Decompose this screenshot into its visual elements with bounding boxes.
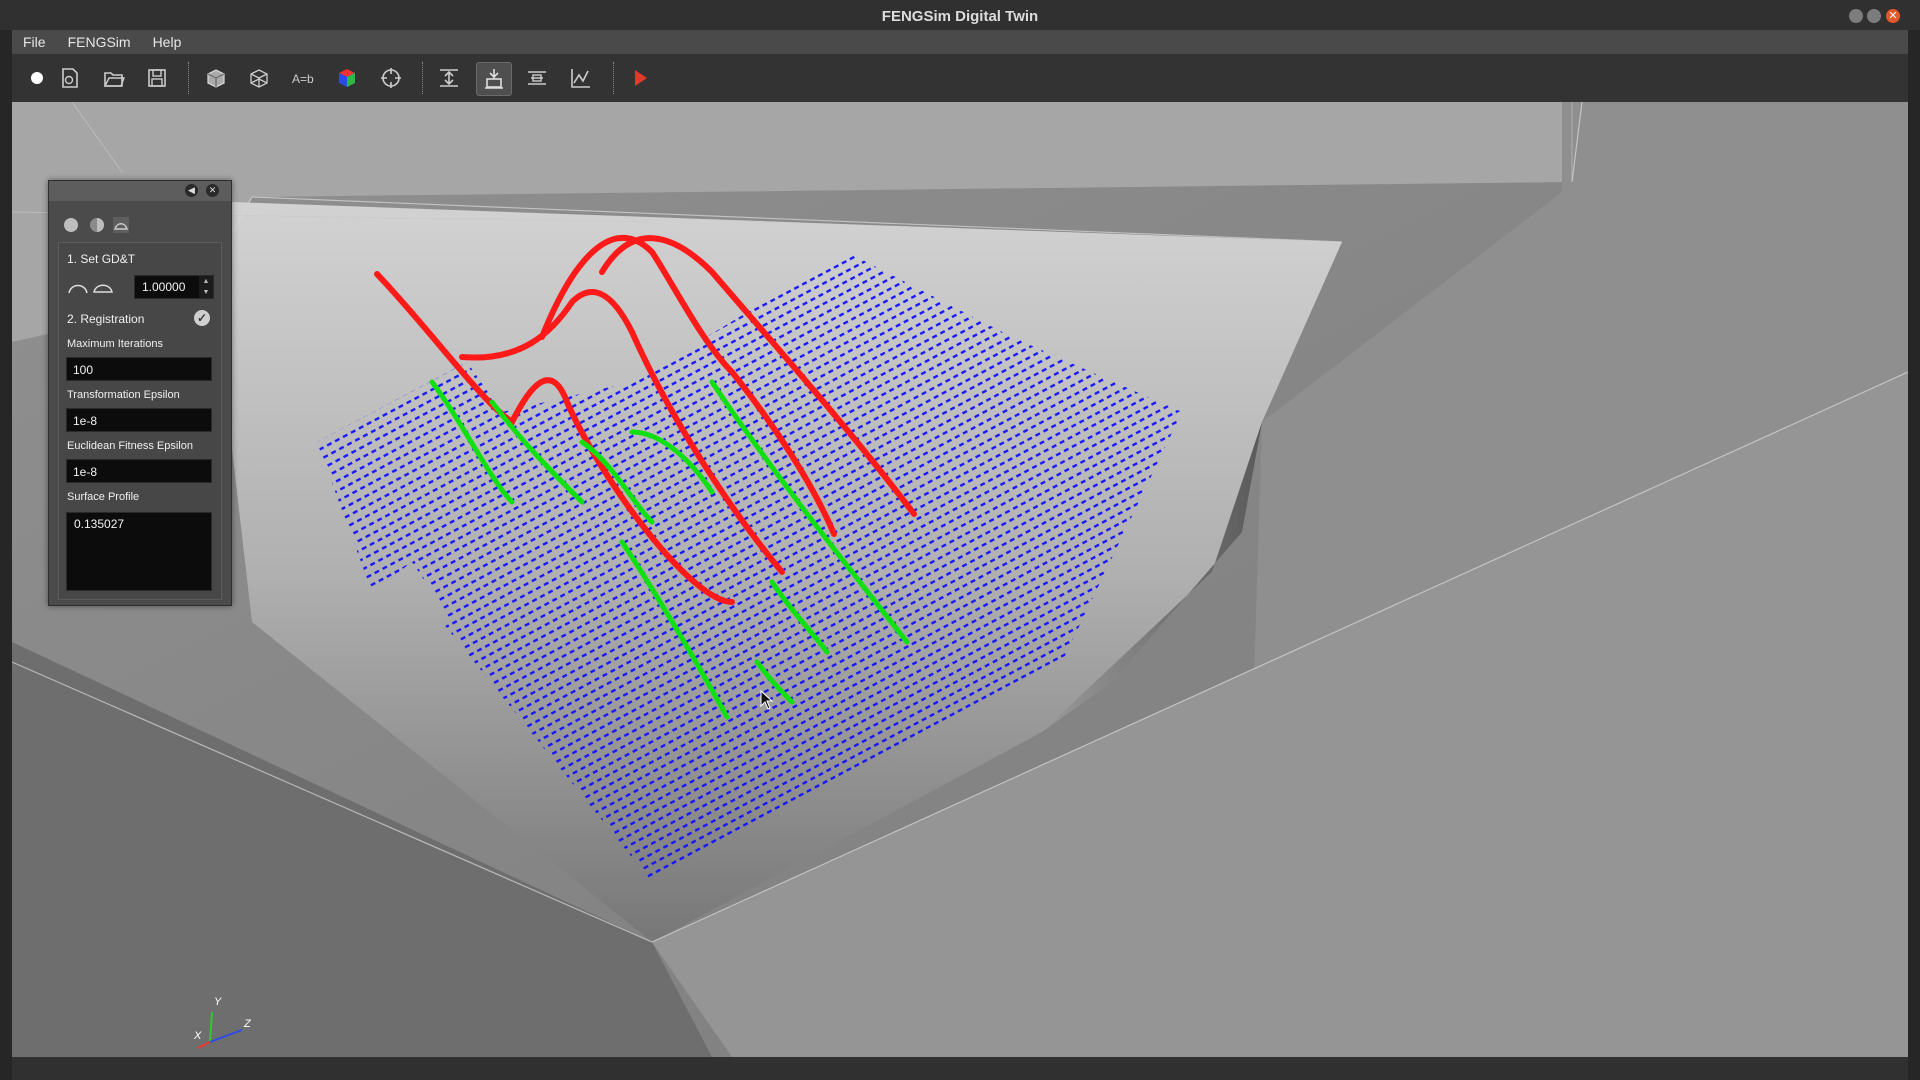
- target-icon: [381, 68, 401, 88]
- panel-content: 1. Set GD&T 1.00000 ▲ ▼ 2. Registration ✓…: [58, 242, 222, 600]
- max-iterations-input[interactable]: 100: [66, 357, 212, 381]
- align-button[interactable]: [432, 62, 466, 94]
- profile-of-surface-icon[interactable]: [92, 279, 114, 295]
- profile-of-line-icon[interactable]: [67, 279, 89, 295]
- transformation-epsilon-input[interactable]: 1e-8: [66, 408, 212, 432]
- 3d-viewport[interactable]: Y X Z: [12, 102, 1908, 1057]
- spin-down-icon[interactable]: ▼: [199, 287, 213, 298]
- window-title: FENGSim Digital Twin: [881, 8, 1039, 25]
- transform-icon: [528, 71, 546, 85]
- axis-label-y: Y: [214, 996, 222, 1008]
- tab-shaded-sphere-icon[interactable]: [89, 217, 105, 233]
- open-folder-icon: [103, 72, 126, 87]
- mouse-cursor: [760, 690, 774, 710]
- fitness-epsilon-label: Euclidean Fitness Epsilon: [67, 440, 193, 452]
- window-border-right: [1908, 30, 1920, 1080]
- save-button[interactable]: [140, 62, 174, 94]
- toolbar-separator: [188, 62, 189, 94]
- solid-box-icon: [207, 69, 225, 88]
- section-registration: 2. Registration: [67, 312, 145, 326]
- spinbox-arrows[interactable]: ▲ ▼: [199, 276, 213, 298]
- solid-view-button[interactable]: [199, 62, 233, 94]
- minimize-button[interactable]: [1849, 9, 1863, 23]
- run-button[interactable]: [624, 62, 658, 94]
- registration-check-icon[interactable]: ✓: [194, 310, 210, 326]
- chart-icon: [571, 69, 590, 88]
- maximize-button[interactable]: [1867, 9, 1881, 23]
- fitness-epsilon-input[interactable]: 1e-8: [66, 459, 212, 483]
- axis-labels-button[interactable]: A=b: [286, 62, 320, 94]
- panel-header[interactable]: ◀ ✕: [49, 181, 231, 201]
- window-border-left: [0, 30, 12, 1080]
- tab-sphere-icon[interactable]: [63, 217, 79, 233]
- axis-label-z: Z: [244, 1018, 251, 1030]
- gdt-tolerance-spinbox[interactable]: 1.00000 ▲ ▼: [134, 275, 214, 299]
- transformation-epsilon-label: Transformation Epsilon: [67, 389, 180, 401]
- spin-up-icon[interactable]: ▲: [199, 276, 213, 287]
- menu-fengsim[interactable]: FENGSim: [57, 30, 142, 54]
- wireframe-view-button[interactable]: [242, 62, 276, 94]
- surface-profile-output[interactable]: 0.135027: [66, 512, 212, 591]
- panel-float-button[interactable]: ◀: [185, 184, 198, 197]
- toolbar: A=b: [12, 54, 1908, 103]
- open-button[interactable]: [97, 62, 131, 94]
- wireframe-icon: [250, 69, 268, 88]
- title-bar: FENGSim Digital Twin ✕: [0, 0, 1920, 31]
- section-set-gdt: 1. Set GD&T: [67, 252, 136, 266]
- chart-button[interactable]: [564, 62, 598, 94]
- gdt-panel: ◀ ✕ 1. Set GD&T 1.00000 ▲ ▼ 2. Registrati…: [48, 180, 232, 606]
- tab-surface-profile-icon[interactable]: [113, 217, 129, 233]
- toolbar-separator: [422, 62, 423, 94]
- color-map-button[interactable]: [330, 62, 364, 94]
- transform-button[interactable]: [520, 62, 554, 94]
- measure-icon: [485, 69, 503, 89]
- max-iterations-label: Maximum Iterations: [67, 338, 163, 350]
- status-bar: [12, 1057, 1908, 1080]
- panel-close-button[interactable]: ✕: [206, 184, 219, 197]
- align-icon: [440, 69, 458, 87]
- color-cube-icon: [339, 69, 355, 87]
- new-document-icon: [62, 68, 78, 88]
- run-arrow-icon: [635, 70, 647, 86]
- record-icon: [31, 72, 43, 84]
- toolbar-separator: [613, 62, 614, 94]
- new-document-button[interactable]: [53, 62, 87, 94]
- menu-bar: File FENGSim Help: [12, 30, 1908, 54]
- menu-file[interactable]: File: [12, 30, 57, 54]
- gdt-tolerance-value: 1.00000: [142, 280, 186, 294]
- record-button[interactable]: [20, 62, 54, 94]
- surface-profile-label: Surface Profile: [67, 491, 140, 503]
- 3d-scene[interactable]: [12, 102, 1908, 1057]
- menu-help[interactable]: Help: [142, 30, 193, 54]
- orientation-axes: Y X Z: [190, 996, 270, 1057]
- svg-text:A=b: A=b: [292, 72, 314, 86]
- close-window-button[interactable]: ✕: [1886, 9, 1900, 23]
- target-button[interactable]: [374, 62, 408, 94]
- save-icon: [148, 69, 166, 87]
- axes-gizmo: [197, 1011, 243, 1049]
- axis-labels-icon: A=b: [292, 72, 314, 86]
- measure-button[interactable]: [476, 62, 512, 96]
- axis-label-x: X: [194, 1030, 202, 1042]
